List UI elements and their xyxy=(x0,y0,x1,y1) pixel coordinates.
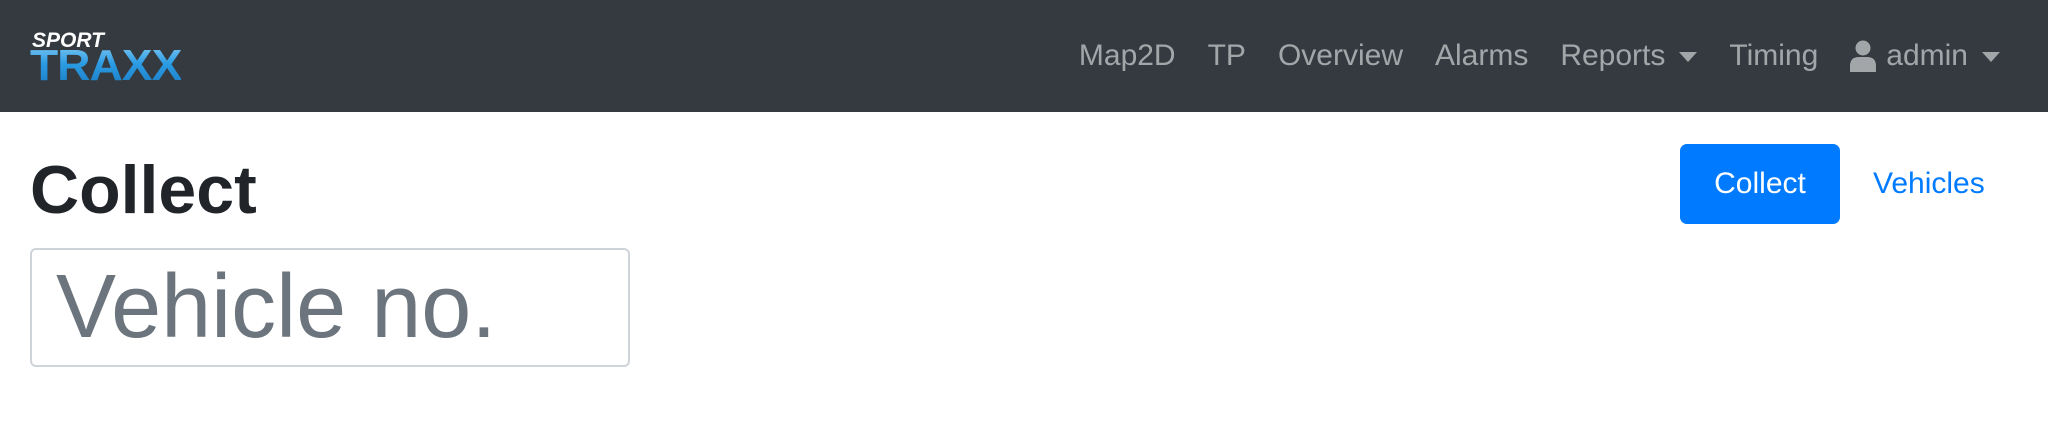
vehicles-link[interactable]: Vehicles xyxy=(1873,144,1985,224)
logo-traxx-text: TRAXX xyxy=(30,41,182,90)
vehicle-number-input[interactable] xyxy=(30,248,630,367)
nav-link-overview[interactable]: Overview xyxy=(1278,39,1403,73)
nav-dropdown-user[interactable]: admin xyxy=(1850,39,2000,73)
nav-link-label: TP xyxy=(1207,39,1246,72)
page-title: Collect xyxy=(30,152,257,228)
nav-link-label: Reports xyxy=(1560,39,1666,72)
collect-button[interactable]: Collect xyxy=(1680,144,1840,224)
nav-link-map2d[interactable]: Map2D xyxy=(1079,39,1176,73)
nav-link-timing[interactable]: Timing xyxy=(1729,39,1818,73)
nav-link-label: Map2D xyxy=(1078,39,1176,72)
nav-links: Map2D TP Overview Alarms Reports Timing … xyxy=(1047,0,2000,112)
user-icon xyxy=(1850,40,1877,72)
nav-dropdown-reports[interactable]: Reports xyxy=(1560,39,1698,73)
caret-down-icon xyxy=(1679,52,1698,62)
top-navbar: SPORT TRAXX Map2D TP Overview Alarms Rep… xyxy=(0,0,2048,112)
nav-link-label: Timing xyxy=(1729,39,1819,72)
user-name-label: admin xyxy=(1886,39,1968,72)
nav-link-alarms[interactable]: Alarms xyxy=(1435,39,1528,73)
nav-link-tp[interactable]: TP xyxy=(1208,39,1246,73)
sporttraxx-logo[interactable]: SPORT TRAXX xyxy=(30,30,212,90)
nav-link-label: Overview xyxy=(1277,39,1403,72)
nav-link-label: Alarms xyxy=(1434,39,1529,72)
caret-down-icon xyxy=(1982,52,2000,62)
